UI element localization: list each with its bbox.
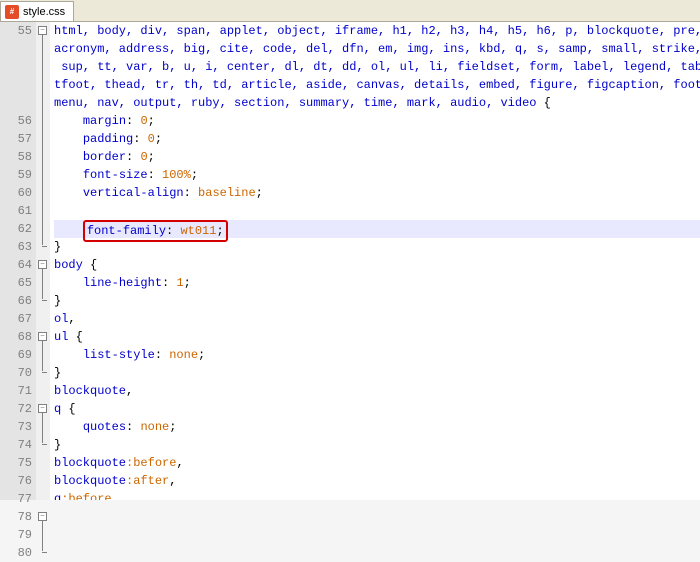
code-area[interactable]: html, body, div, span, applet, object, i…: [50, 22, 700, 500]
code-line[interactable]: line-height: 1;: [54, 274, 700, 292]
code-line[interactable]: quotes: none;: [54, 418, 700, 436]
css-file-icon: #: [5, 5, 19, 19]
code-line[interactable]: }: [54, 436, 700, 454]
fold-toggle-icon[interactable]: −: [38, 404, 47, 413]
code-line[interactable]: padding: 0;: [54, 130, 700, 148]
fold-toggle-icon[interactable]: −: [38, 512, 47, 521]
fold-toggle-icon[interactable]: −: [38, 26, 47, 35]
code-line[interactable]: blockquote,: [54, 382, 700, 400]
code-line[interactable]: acronym, address, big, cite, code, del, …: [54, 40, 700, 58]
code-line[interactable]: ol,: [54, 310, 700, 328]
code-line[interactable]: }: [54, 292, 700, 310]
code-line[interactable]: menu, nav, output, ruby, section, summar…: [54, 94, 700, 112]
code-line[interactable]: blockquote:before,: [54, 454, 700, 472]
code-line[interactable]: [54, 202, 700, 220]
line-number-gutter: 5556575859606162636465666768697071727374…: [0, 22, 36, 500]
code-editor[interactable]: 5556575859606162636465666768697071727374…: [0, 22, 700, 500]
code-line[interactable]: blockquote:after,: [54, 472, 700, 490]
code-line[interactable]: vertical-align: baseline;: [54, 184, 700, 202]
code-line[interactable]: body {: [54, 256, 700, 274]
code-line[interactable]: font-size: 100%;: [54, 166, 700, 184]
tab-filename: style.css: [23, 6, 65, 18]
code-line[interactable]: q {: [54, 400, 700, 418]
fold-column: −−−−−: [36, 22, 50, 500]
code-line[interactable]: }: [54, 364, 700, 382]
tab-bar: # style.css: [0, 0, 700, 22]
fold-toggle-icon[interactable]: −: [38, 260, 47, 269]
code-line[interactable]: border: 0;: [54, 148, 700, 166]
code-line[interactable]: q:before,: [54, 490, 700, 500]
fold-toggle-icon[interactable]: −: [38, 332, 47, 341]
code-line[interactable]: sup, tt, var, b, u, i, center, dl, dt, d…: [54, 58, 700, 76]
file-tab[interactable]: # style.css: [0, 1, 74, 21]
highlighted-line[interactable]: font-family: wt011;: [54, 220, 700, 238]
code-line[interactable]: html, body, div, span, applet, object, i…: [54, 22, 700, 40]
code-line[interactable]: ul {: [54, 328, 700, 346]
code-line[interactable]: margin: 0;: [54, 112, 700, 130]
code-line[interactable]: list-style: none;: [54, 346, 700, 364]
highlight-box: font-family: wt011;: [83, 220, 228, 242]
code-line[interactable]: tfoot, thead, tr, th, td, article, aside…: [54, 76, 700, 94]
